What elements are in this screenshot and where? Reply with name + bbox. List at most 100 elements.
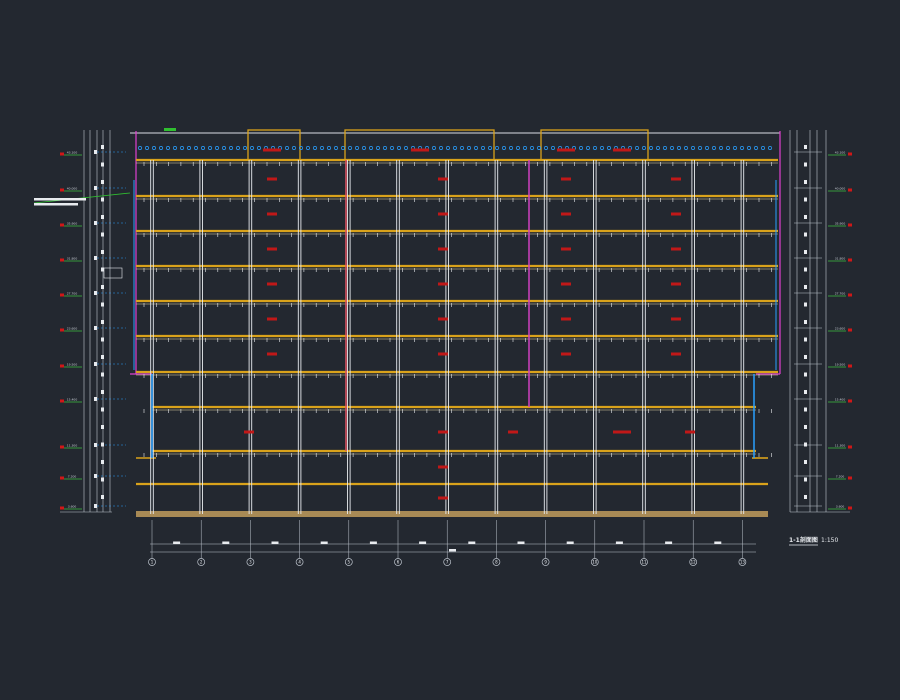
room-label — [438, 496, 448, 500]
elevation-marker — [848, 506, 852, 510]
elevation-value: 15.400 — [67, 398, 78, 402]
level-tag — [94, 186, 97, 190]
room-label — [561, 317, 571, 321]
roof-skylight-mark — [362, 146, 366, 150]
ground-line — [136, 511, 768, 517]
roof-skylight-mark — [509, 146, 513, 150]
axis-label: 10 — [592, 560, 598, 565]
room-label — [561, 352, 571, 356]
elevation-value: 31.800 — [67, 257, 78, 261]
level-tag — [94, 326, 97, 330]
roof-skylight-mark — [250, 146, 254, 150]
elevation-value: 23.600 — [67, 327, 78, 331]
elevation-marker — [848, 293, 852, 297]
elevation-value: 15.400 — [835, 398, 846, 402]
roof-skylight-mark — [635, 146, 639, 150]
elevation-marker — [848, 152, 852, 156]
level-tag — [94, 443, 97, 447]
elevation-marker — [60, 293, 64, 297]
roof-skylight-mark — [474, 146, 478, 150]
room-label — [438, 430, 448, 434]
beam-marks — [143, 162, 772, 457]
dimension-tag — [804, 320, 807, 324]
roof-skylight-mark — [292, 146, 296, 150]
roof-skylight-mark — [691, 146, 695, 150]
dimension-tag — [804, 372, 807, 377]
elevation-value: 43.100 — [67, 151, 78, 155]
roof-skylight-mark — [397, 146, 401, 150]
dimension-tag — [101, 180, 104, 184]
room-label — [438, 212, 448, 216]
elevation-marker — [60, 188, 64, 192]
room-label — [671, 317, 681, 321]
roof-skylight-mark — [754, 146, 758, 150]
dimension-tag — [804, 215, 807, 219]
dimension-tag — [101, 477, 104, 482]
dimension-tag — [804, 390, 807, 394]
bay-dimension — [369, 541, 377, 544]
cad-drawing-viewport[interactable]: 43.100 40.000 35.900 31.800 27.700 23.600 19.5… — [0, 0, 900, 700]
level-tag — [94, 397, 97, 401]
roof-skylight-mark — [208, 146, 212, 150]
axis-dimension-chain: 1 2 3 4 5 6 7 8 9 10 11 12 13 — [148, 520, 756, 566]
dimension-tag — [804, 302, 807, 307]
dimension-tag — [804, 337, 807, 342]
right-elevation-scale: 43.100 40.000 35.900 31.800 27.700 23.600 19.5… — [789, 130, 852, 513]
elevation-value: 27.700 — [67, 292, 78, 296]
roof-skylight-mark — [453, 146, 457, 150]
dimension-tag — [804, 495, 807, 499]
roof-skylight-mark — [348, 146, 352, 150]
elevation-value: 7.200 — [836, 475, 845, 479]
roof-skylight-mark — [327, 146, 331, 150]
elevation-value: 40.000 — [835, 187, 846, 191]
elevation-value: 19.500 — [67, 363, 78, 367]
bay-dimension — [468, 541, 476, 544]
roof-skylight-mark — [705, 146, 709, 150]
dimension-tag — [804, 477, 807, 482]
elevation-value: 35.900 — [67, 222, 78, 226]
room-label — [561, 212, 571, 216]
dimension-tag — [101, 355, 104, 359]
roof-skylight-mark — [642, 146, 646, 150]
dimension-tag — [804, 162, 807, 167]
room-label — [267, 247, 277, 251]
room-label — [561, 177, 571, 181]
drawing-title-block: 1-1剖面图 1:150 — [789, 536, 838, 546]
drawing-title: 1-1剖面图 — [789, 536, 818, 544]
roof-skylight-mark — [334, 146, 338, 150]
room-label — [671, 212, 681, 216]
bay-dimension — [714, 541, 722, 544]
axis-label: 13 — [740, 560, 746, 565]
room-label — [613, 430, 631, 434]
roof-skylight-mark — [180, 146, 184, 150]
elevation-value: 31.800 — [835, 257, 846, 261]
room-label — [671, 177, 681, 181]
dimension-tag — [101, 390, 104, 394]
roof-skylight-mark — [740, 146, 744, 150]
elevation-marker — [848, 188, 852, 192]
bay-dimension — [566, 541, 574, 544]
elevation-marker — [60, 223, 64, 227]
roof-skylight-mark — [712, 146, 716, 150]
roof-plant-room — [540, 129, 649, 161]
room-label — [671, 282, 681, 286]
level-tag — [94, 504, 97, 508]
bay-dimension — [271, 541, 279, 544]
roof-skylight-mark — [516, 146, 520, 150]
roof-skylight-mark — [495, 146, 499, 150]
roof-skylight-mark — [236, 146, 240, 150]
axis-label: 11 — [641, 560, 647, 565]
room-label — [438, 352, 448, 356]
roof-skylight-mark — [243, 146, 247, 150]
left-elevation-scale: 43.100 40.000 35.900 31.800 27.700 23.600 19.5… — [60, 130, 126, 513]
room-label — [267, 282, 277, 286]
roof-skylight-mark — [369, 146, 373, 150]
roof-skylight-mark — [152, 146, 156, 150]
annotation-text-mark — [34, 198, 86, 201]
elevation-marker — [848, 476, 852, 480]
dimension-tag — [804, 267, 807, 272]
roof-skylight-mark — [320, 146, 324, 150]
roof-skylight-mark — [355, 146, 359, 150]
dimension-tag — [804, 460, 807, 464]
overall-dimension — [449, 549, 456, 552]
